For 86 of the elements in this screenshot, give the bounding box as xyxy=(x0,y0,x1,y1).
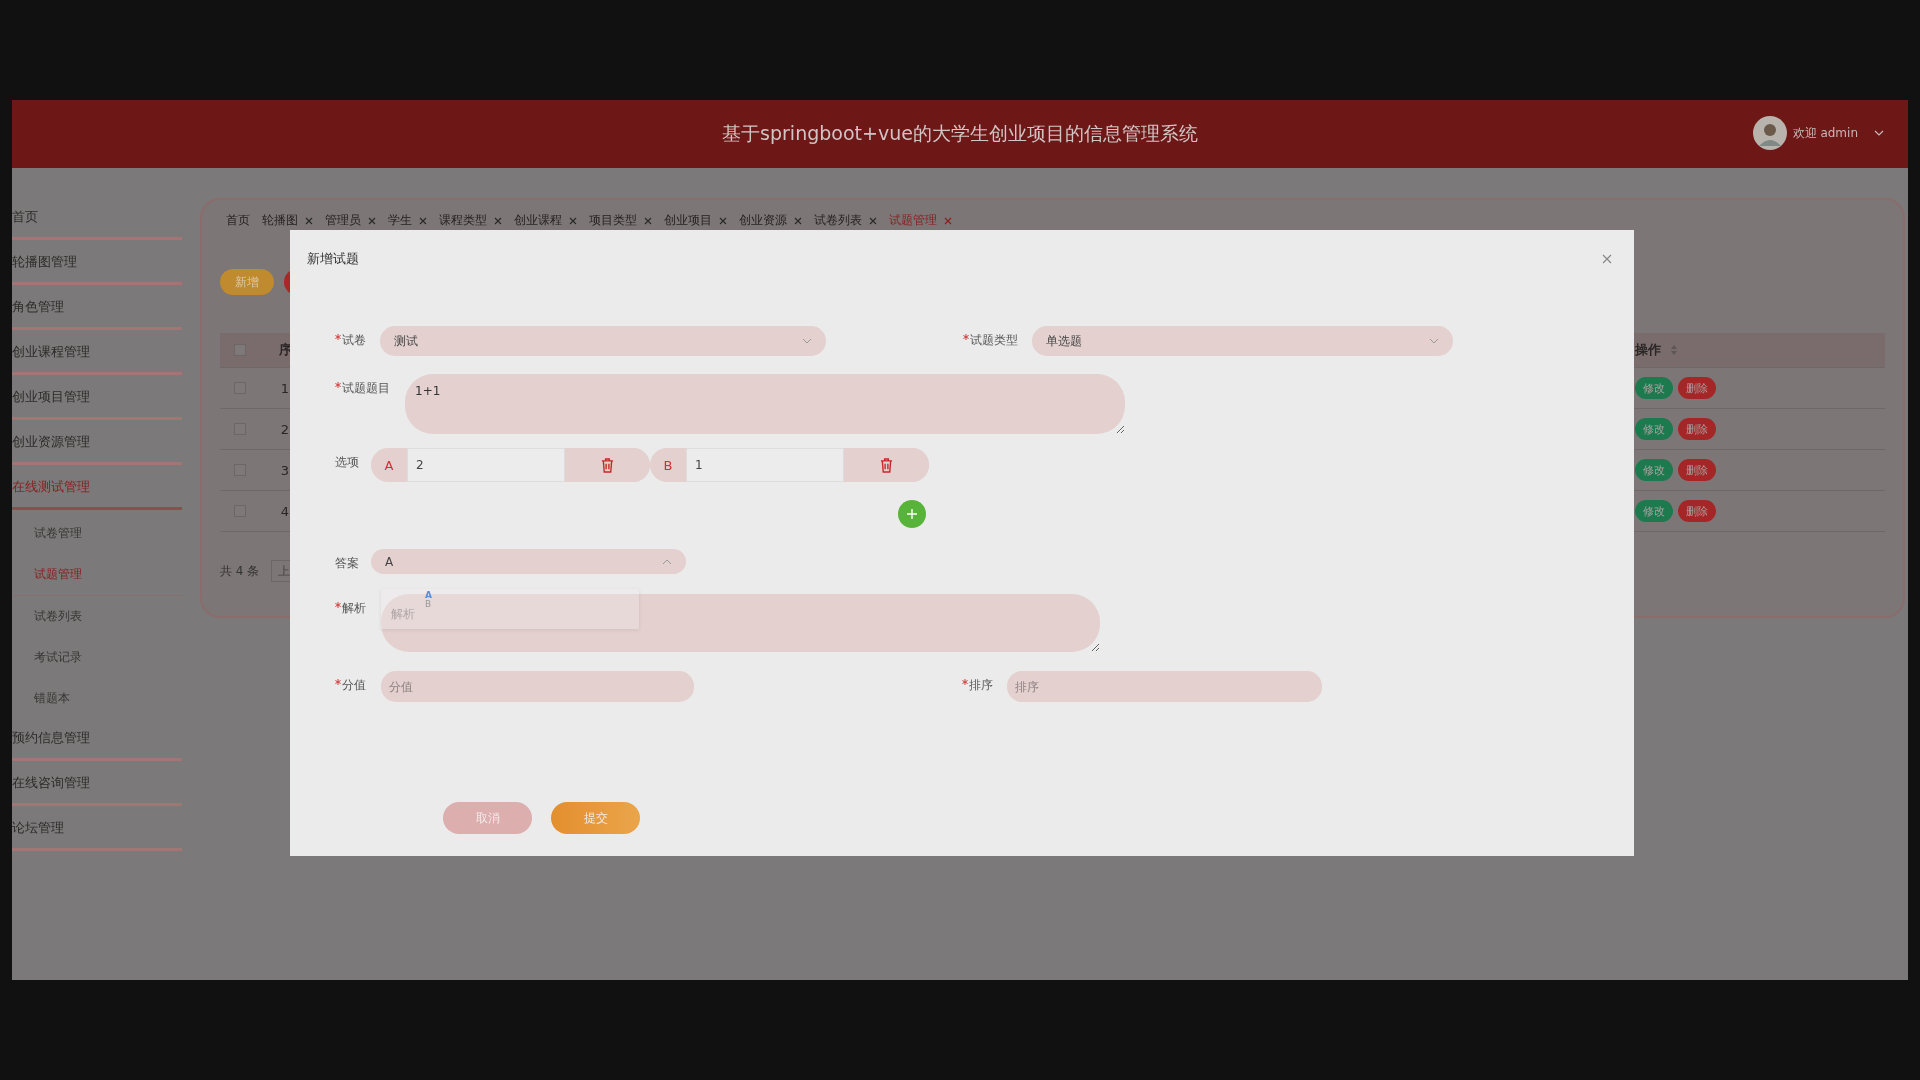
cancel-button[interactable]: 取消 xyxy=(443,802,532,834)
sidebar-item[interactable]: 在线测试管理 xyxy=(12,468,182,510)
edit-button[interactable]: 修改 xyxy=(1635,459,1673,481)
close-icon[interactable] xyxy=(569,216,577,225)
dialog-title: 新增试题 xyxy=(307,250,359,268)
close-icon[interactable] xyxy=(419,216,427,225)
tab[interactable]: 试卷列表 xyxy=(814,212,877,229)
user-greeting[interactable]: 欢迎 admin xyxy=(1792,124,1858,142)
close-icon[interactable] xyxy=(1602,254,1612,264)
option-input[interactable]: 2 xyxy=(407,448,565,482)
add-button[interactable]: 新增 xyxy=(220,269,274,295)
score-input[interactable]: 分值 xyxy=(381,671,694,702)
close-icon[interactable] xyxy=(794,216,802,225)
field-label: 选项 xyxy=(335,454,359,471)
tab[interactable]: 课程类型 xyxy=(439,212,502,229)
close-icon[interactable] xyxy=(719,216,727,225)
delete-button[interactable]: 删除 xyxy=(1678,418,1716,440)
trash-icon xyxy=(880,457,893,473)
close-icon[interactable] xyxy=(368,216,376,225)
sidebar-subitem[interactable]: 错题本 xyxy=(12,678,182,719)
sidebar-item[interactable]: 轮播图管理 xyxy=(12,243,182,285)
option-letter: A xyxy=(383,456,395,475)
table-cell: 2 xyxy=(280,421,290,437)
tab[interactable]: 轮播图 xyxy=(262,212,313,229)
edit-button[interactable]: 修改 xyxy=(1635,377,1673,399)
tab[interactable]: 创业课程 xyxy=(514,212,577,229)
sidebar-subitem[interactable]: 试题管理 xyxy=(12,554,182,596)
field-label: 排序 xyxy=(969,677,993,694)
edit-button[interactable]: 修改 xyxy=(1635,500,1673,522)
trash-icon xyxy=(601,457,614,473)
question-textarea[interactable]: 1+1 xyxy=(405,374,1125,434)
sidebar-subitem[interactable]: 试卷列表 xyxy=(12,596,182,637)
order-input[interactable]: 排序 xyxy=(1007,671,1322,702)
chevron-down-icon[interactable] xyxy=(1874,130,1884,136)
table-cell: 4 xyxy=(280,503,290,519)
app-title: 基于springboot+vue的大学生创业项目的信息管理系统 xyxy=(722,121,1198,146)
dropdown-option[interactable]: B xyxy=(425,600,432,609)
delete-button[interactable]: 删除 xyxy=(1678,500,1716,522)
close-icon[interactable] xyxy=(305,216,313,225)
select-field[interactable]: 单选题 xyxy=(1032,326,1453,356)
select-field[interactable]: 测试 xyxy=(380,326,826,356)
sidebar-subitem[interactable]: 试卷管理 xyxy=(12,513,182,554)
column-header[interactable]: 操作 xyxy=(1635,341,1661,359)
dropdown-option[interactable]: A xyxy=(425,591,432,600)
total-count: 共 4 条 xyxy=(220,562,260,580)
option-input[interactable]: 1 xyxy=(686,448,844,482)
edit-button[interactable]: 修改 xyxy=(1635,418,1673,440)
submit-button[interactable]: 提交 xyxy=(551,802,640,834)
add-option-button[interactable] xyxy=(898,500,926,528)
tab[interactable]: 创业资源 xyxy=(739,212,802,229)
field-label: 试题题目 xyxy=(342,380,390,397)
tab[interactable]: 项目类型 xyxy=(589,212,652,229)
sidebar-item[interactable]: 创业课程管理 xyxy=(12,333,182,375)
tab[interactable]: 首页 xyxy=(226,212,250,229)
sidebar-subitem[interactable]: 考试记录 xyxy=(12,637,182,678)
delete-button[interactable]: 删除 xyxy=(1678,459,1716,481)
table-cell: 1 xyxy=(280,380,290,396)
tab[interactable]: 试题管理 xyxy=(889,212,952,229)
chevron-down-icon xyxy=(802,338,812,344)
select-field[interactable]: A xyxy=(371,549,686,574)
sidebar-item[interactable]: 论坛管理 xyxy=(12,809,182,851)
sidebar-item[interactable]: 首页 xyxy=(12,198,182,240)
tab[interactable]: 学生 xyxy=(388,212,427,229)
close-icon[interactable] xyxy=(644,216,652,225)
field-label: 试卷 xyxy=(342,332,366,349)
sidebar-item[interactable]: 创业项目管理 xyxy=(12,378,182,420)
close-icon[interactable] xyxy=(494,216,502,225)
chevron-down-icon xyxy=(1429,338,1439,344)
sidebar-item[interactable]: 预约信息管理 xyxy=(12,719,182,761)
tab[interactable]: 管理员 xyxy=(325,212,376,229)
sidebar-item[interactable]: 创业资源管理 xyxy=(12,423,182,465)
delete-button[interactable]: 删除 xyxy=(1678,377,1716,399)
field-label: 试题类型 xyxy=(970,332,1018,349)
table-cell: 3 xyxy=(280,462,290,478)
close-icon[interactable] xyxy=(944,216,952,225)
field-label: 解析 xyxy=(342,600,366,617)
avatar-icon[interactable] xyxy=(1752,116,1787,150)
sidebar-item[interactable]: 角色管理 xyxy=(12,288,182,330)
chevron-up-icon xyxy=(662,558,672,565)
field-label: 分值 xyxy=(342,677,366,694)
plus-icon xyxy=(906,508,918,520)
close-icon[interactable] xyxy=(869,216,877,225)
sidebar-item[interactable]: 在线咨询管理 xyxy=(12,764,182,806)
option-letter: B xyxy=(662,456,674,475)
field-label: 答案 xyxy=(335,555,359,572)
tab[interactable]: 创业项目 xyxy=(664,212,727,229)
